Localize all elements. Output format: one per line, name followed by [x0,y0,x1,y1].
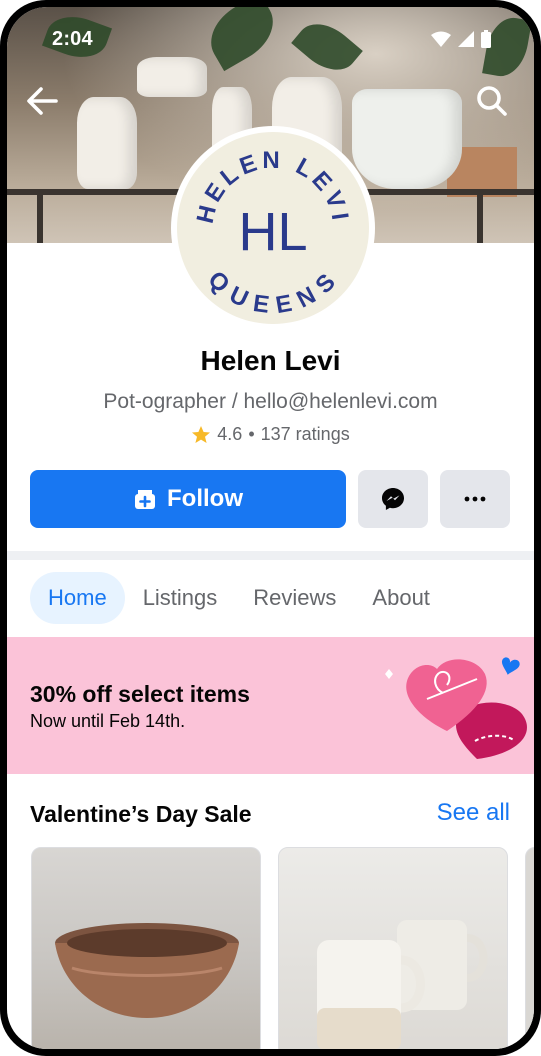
svg-text:HL: HL [238,202,307,262]
rating-separator: • [248,424,255,444]
see-all-link[interactable]: See all [437,799,510,827]
battery-icon [481,30,491,48]
promo-title: 30% off select items [30,681,250,707]
messenger-icon [382,488,404,510]
status-bar: 2:04 [7,7,534,67]
profile-tabs: Home Listings Reviews About [30,572,448,624]
vase [77,97,137,189]
star-icon [192,425,211,443]
status-time: 2:04 [52,28,93,50]
tab-about[interactable]: About [354,572,448,624]
screen: 2:04 HELEN LEVI HL QUEENS Helen Levi Pot… [7,7,534,1049]
more-icon [464,496,486,502]
follow-label: Follow [167,485,243,512]
promo-banner[interactable]: 30% off select items Now until Feb 14th. [7,637,534,774]
rating-count: 137 ratings [260,424,350,444]
bowl-product-image [55,923,239,1018]
back-button[interactable] [24,83,60,119]
search-button[interactable] [476,85,508,117]
product-card[interactable] [525,847,534,1049]
more-button[interactable] [440,470,510,528]
bowl [352,89,462,189]
wifi-icon [431,31,451,47]
product-card[interactable] [31,847,261,1049]
section-title: Valentine’s Day Sale [30,801,252,827]
heart-gift-illustration [385,657,527,759]
profile-name: Helen Levi [200,345,341,376]
status-icons [431,30,491,48]
mugs-product-image [317,920,488,1049]
messenger-button[interactable] [358,470,428,528]
phone-frame: 2:04 HELEN LEVI HL QUEENS Helen Levi Pot… [0,0,541,1056]
product-card[interactable] [278,847,508,1049]
arrow-left-icon [27,87,58,115]
svg-text:QUEENS: QUEENS [203,266,344,319]
promo-subtitle: Now until Feb 14th. [30,711,186,731]
follow-button[interactable]: Follow [30,470,346,528]
search-icon [477,86,507,116]
avatar-logo: HELEN LEVI HL QUEENS [177,132,369,324]
ratings-summary[interactable]: 4.6 • 137 ratings [7,424,534,445]
helen-levi-logo: HELEN LEVI HL QUEENS [192,147,350,319]
cellular-icon [458,31,474,47]
follow-shop-icon [135,490,155,509]
section-divider [7,551,534,560]
profile-avatar[interactable]: HELEN LEVI HL QUEENS [171,126,375,330]
tab-home[interactable]: Home [30,572,125,624]
profile-bio: Pot-ographer / hello@helenlevi.com [103,390,438,413]
rating-value: 4.6 [217,424,243,444]
tab-listings[interactable]: Listings [125,572,236,624]
tab-reviews[interactable]: Reviews [235,572,354,624]
